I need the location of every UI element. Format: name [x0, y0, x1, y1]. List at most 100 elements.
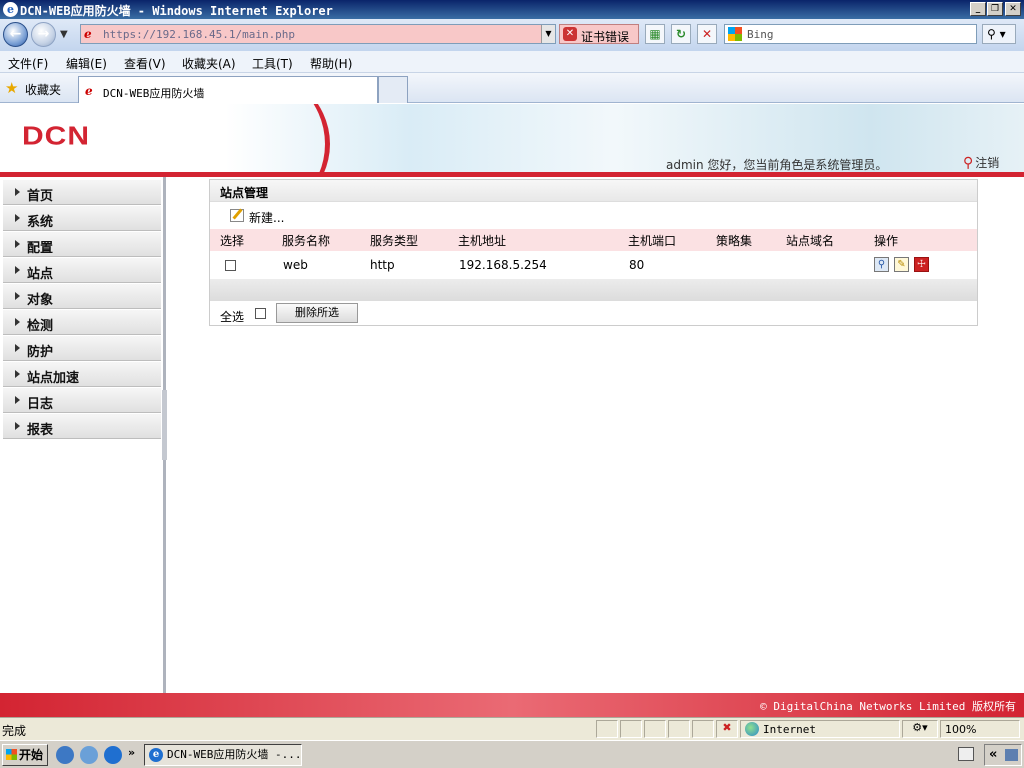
edit-icon[interactable]: ✎: [894, 257, 909, 272]
column-header-domain: 站点域名: [786, 234, 835, 248]
caret-right-icon: [15, 188, 20, 196]
sidebar-item-label: 日志: [27, 397, 54, 412]
cell-service-name: web: [283, 258, 308, 272]
app-footer: © DigitalChina Networks Limited 版权所有: [0, 693, 1024, 717]
minimize-button[interactable]: _: [970, 2, 986, 16]
certificate-error-button[interactable]: ✕ 证书错误: [559, 24, 639, 44]
sidebar-item-label: 配置: [27, 241, 54, 256]
column-header-select: 选择: [220, 234, 245, 248]
select-all-checkbox[interactable]: [255, 308, 266, 319]
menu-tools[interactable]: 工具(T): [252, 55, 293, 72]
ie-icon: e: [3, 2, 18, 17]
favorites-bar: ★ 收藏夹 e DCN-WEB应用防火墙: [0, 73, 1024, 103]
window-title-bar: e DCN-WEB应用防火墙 - Windows Internet Explor…: [0, 0, 1024, 19]
zone-label: Internet: [763, 723, 816, 736]
column-header-policy: 策略集: [716, 234, 753, 248]
search-placeholder[interactable]: Bing: [747, 28, 774, 41]
logout-link[interactable]: ⚲ 注销: [963, 154, 999, 171]
compatibility-view-icon[interactable]: ▦: [645, 24, 665, 44]
sidebar: 首页 系统 配置 站点 对象 检测 防护 站点加速 日志 报表: [0, 177, 166, 693]
start-button[interactable]: 开始: [2, 744, 48, 766]
delete-selected-button[interactable]: 删除所选: [276, 303, 358, 323]
stop-icon[interactable]: ✕: [697, 24, 717, 44]
system-tray: «: [984, 744, 1022, 766]
caret-right-icon: [15, 370, 20, 378]
protected-mode-icon[interactable]: ⚙▾: [902, 720, 938, 738]
new-tab-button[interactable]: [378, 76, 408, 103]
delete-icon[interactable]: ☩: [914, 257, 929, 272]
sidebar-item-logs[interactable]: 日志: [3, 388, 161, 413]
menu-favorites[interactable]: 收藏夹(A): [182, 55, 236, 72]
column-header-port: 主机端口: [628, 234, 677, 248]
quicklaunch-server-icon[interactable]: [80, 746, 98, 764]
sidebar-item-site-acceleration[interactable]: 站点加速: [3, 362, 161, 387]
quicklaunch-explorer-icon[interactable]: [56, 746, 74, 764]
favorites-label[interactable]: 收藏夹: [25, 81, 61, 98]
quicklaunch-ie-icon[interactable]: [104, 746, 122, 764]
favorites-star-icon[interactable]: ★: [5, 80, 18, 96]
copyright-text: © DigitalChina Networks Limited 版权所有: [760, 700, 1016, 713]
sidebar-item-detection[interactable]: 检测: [3, 310, 161, 335]
menu-file[interactable]: 文件(F): [8, 55, 48, 72]
taskbar-item-label: DCN-WEB应用防火墙 -...: [167, 748, 302, 761]
taskbar-item-ie[interactable]: e DCN-WEB应用防火墙 -...: [144, 744, 302, 766]
tray-expand-icon[interactable]: «: [989, 747, 997, 762]
caret-right-icon: [15, 318, 20, 326]
sidebar-item-config[interactable]: 配置: [3, 232, 161, 257]
menu-view[interactable]: 查看(V): [124, 55, 166, 72]
certificate-error-label: 证书错误: [581, 30, 630, 44]
search-button[interactable]: ⚲ ▾: [982, 24, 1016, 44]
address-dropdown-icon[interactable]: ▼: [541, 25, 555, 43]
row-select-checkbox[interactable]: [225, 260, 236, 271]
caret-right-icon: [15, 292, 20, 300]
protected-mode-off-icon[interactable]: ✖: [716, 720, 738, 738]
forward-button[interactable]: →: [31, 22, 56, 47]
back-button[interactable]: ←: [3, 22, 28, 47]
address-toolbar: ← → ▼ e https://192.168.45.1/main.php ▼ …: [0, 19, 1024, 51]
tab-page-icon: e: [85, 84, 93, 98]
app-header: DCN admin 您好，您当前角色是系统管理员。 ⚲ 注销: [0, 104, 1024, 174]
sidebar-item-label: 系统: [27, 215, 54, 230]
caret-right-icon: [15, 344, 20, 352]
sidebar-item-objects[interactable]: 对象: [3, 284, 161, 309]
network-icon[interactable]: [1005, 749, 1018, 761]
address-bar[interactable]: e https://192.168.45.1/main.php ▼: [80, 24, 556, 44]
key-icon: ⚲: [963, 155, 974, 171]
url-text[interactable]: https://192.168.45.1/main.php: [103, 28, 295, 41]
sidebar-item-reports[interactable]: 报表: [3, 414, 161, 439]
search-box[interactable]: Bing: [724, 24, 977, 44]
sidebar-item-sites[interactable]: 站点: [3, 258, 161, 283]
table-row: web http 192.168.5.254 80 ⚲ ✎ ☩: [210, 251, 977, 279]
welcome-message: admin 您好，您当前角色是系统管理员。: [666, 158, 888, 172]
refresh-icon[interactable]: ↻: [671, 24, 691, 44]
zoom-control[interactable]: 100%: [940, 720, 1020, 738]
caret-right-icon: [15, 240, 20, 248]
sidebar-item-label: 报表: [27, 423, 54, 438]
sidebar-item-system[interactable]: 系统: [3, 206, 161, 231]
ie-icon: e: [149, 748, 163, 762]
sidebar-item-protection[interactable]: 防护: [3, 336, 161, 361]
caret-right-icon: [15, 396, 20, 404]
select-all-label: 全选: [220, 310, 245, 324]
view-details-icon[interactable]: ⚲: [874, 257, 889, 272]
panel-header: 站点管理: [210, 180, 977, 202]
table-spacer: [210, 279, 977, 301]
menu-help[interactable]: 帮助(H): [310, 55, 352, 72]
taskbar: 开始 » e DCN-WEB应用防火墙 -... «: [0, 740, 1024, 768]
sidebar-item-home[interactable]: 首页: [3, 180, 161, 205]
header-swoosh-decoration: [150, 104, 330, 174]
browser-tab-active[interactable]: e DCN-WEB应用防火墙: [78, 76, 378, 103]
quicklaunch-overflow-icon[interactable]: »: [128, 746, 135, 759]
new-site-link[interactable]: 新建...: [210, 203, 977, 229]
logout-label: 注销: [975, 156, 1000, 170]
close-window-button[interactable]: ✕: [1005, 2, 1021, 16]
sidebar-collapse-handle[interactable]: [162, 390, 167, 460]
status-cell: [620, 720, 642, 738]
menu-edit[interactable]: 编辑(E): [66, 55, 107, 72]
bing-icon: [728, 27, 742, 41]
restore-button[interactable]: ❐: [987, 2, 1003, 16]
recent-pages-dropdown-icon[interactable]: ▼: [60, 29, 68, 40]
security-zone[interactable]: Internet: [740, 720, 900, 738]
keyboard-icon[interactable]: [958, 747, 974, 761]
sidebar-item-label: 对象: [27, 293, 54, 308]
